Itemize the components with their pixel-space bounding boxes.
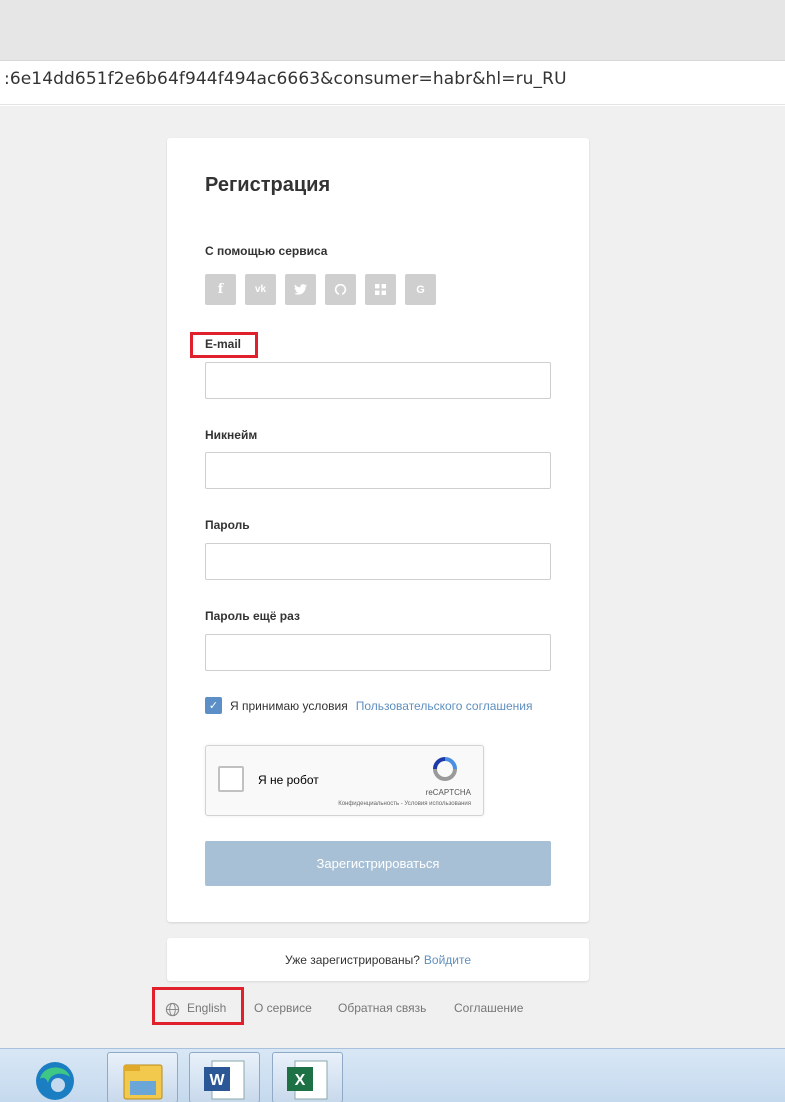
social-label: С помощью сервиса <box>205 244 328 258</box>
word-icon[interactable]: W <box>189 1052 260 1102</box>
edge-icon[interactable] <box>32 1055 78 1101</box>
terms-link[interactable]: Пользовательского соглашения <box>356 699 533 713</box>
microsoft-icon[interactable] <box>365 274 396 305</box>
password-repeat-field[interactable] <box>205 634 551 671</box>
recaptcha-links[interactable]: Конфиденциальность - Условия использован… <box>338 801 471 807</box>
login-link[interactable]: Войдите <box>424 953 471 967</box>
footer-link-feedback[interactable]: Обратная связь <box>338 1001 426 1015</box>
recaptcha-brand: reCAPTCHA <box>425 788 471 797</box>
nickname-label: Никнейм <box>205 428 258 442</box>
terms-checkbox[interactable]: ✓ <box>205 697 222 714</box>
terms-text: Я принимаю условия <box>230 698 348 713</box>
twitter-icon[interactable] <box>285 274 316 305</box>
password-label: Пароль <box>205 518 250 532</box>
facebook-icon[interactable]: f <box>205 274 236 305</box>
vk-icon[interactable]: vk <box>245 274 276 305</box>
recaptcha-logo-icon <box>433 757 457 781</box>
terms-agreement: ✓ Я принимаю условия Пользовательского с… <box>205 697 533 714</box>
excel-icon[interactable]: X <box>272 1052 343 1102</box>
globe-icon <box>165 1002 180 1017</box>
checkmark-icon: ✓ <box>208 700 219 712</box>
address-bar[interactable]: :6e14dd651f2e6b64f944f494ac6663&consumer… <box>0 60 785 105</box>
recaptcha-label: Я не робот <box>258 773 319 787</box>
language-switch[interactable]: English <box>187 1001 226 1015</box>
social-login-row: f vk G <box>205 274 436 305</box>
login-prompt: Уже зарегистрированы? Войдите <box>167 938 589 981</box>
file-explorer-icon[interactable] <box>107 1052 178 1102</box>
register-button[interactable]: Зарегистрироваться <box>205 841 551 886</box>
browser-tab-strip <box>0 0 785 60</box>
email-label: E-mail <box>205 337 242 351</box>
footer-link-agreement[interactable]: Соглашение <box>454 1001 523 1015</box>
github-icon[interactable] <box>325 274 356 305</box>
password-repeat-label: Пароль ещё раз <box>205 609 300 623</box>
svg-text:X: X <box>295 1072 306 1089</box>
nickname-field[interactable] <box>205 452 551 489</box>
recaptcha-widget: Я не робот reCAPTCHA Конфиденциальность … <box>205 745 484 816</box>
svg-text:W: W <box>209 1072 225 1089</box>
page-title: Регистрация <box>205 174 331 196</box>
address-bar-url[interactable]: :6e14dd651f2e6b64f944f494ac6663&consumer… <box>4 69 567 89</box>
google-icon[interactable]: G <box>405 274 436 305</box>
password-field[interactable] <box>205 543 551 580</box>
footer-link-about[interactable]: О сервисе <box>254 1001 312 1015</box>
email-field[interactable] <box>205 362 551 399</box>
login-prompt-text: Уже зарегистрированы? <box>284 952 420 967</box>
windows-taskbar: W X <box>0 1048 785 1102</box>
recaptcha-checkbox[interactable] <box>218 766 244 792</box>
